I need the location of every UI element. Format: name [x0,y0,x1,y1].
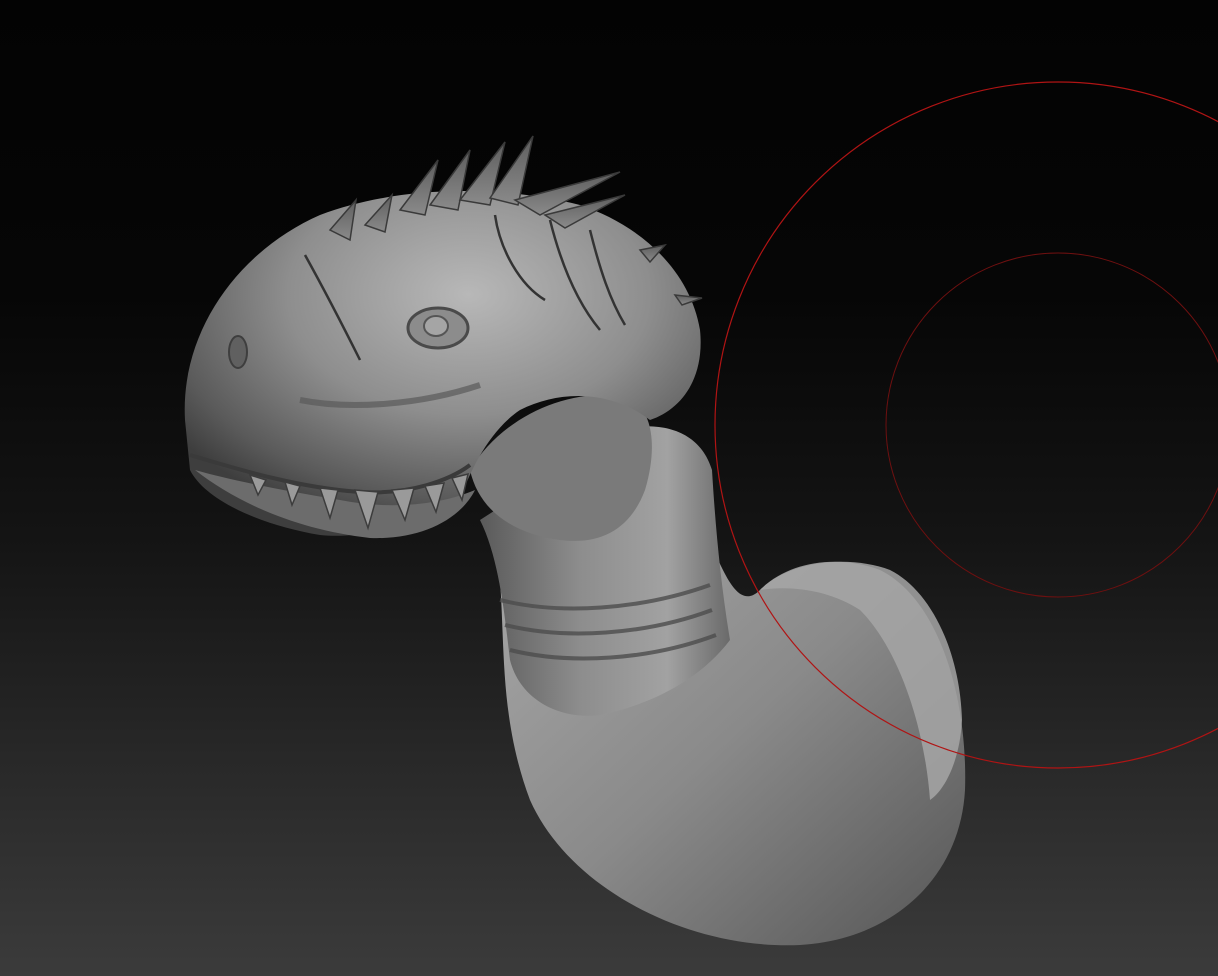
creature-model[interactable] [184,135,966,946]
viewport-canvas[interactable] [0,0,1218,976]
sculpt-viewport[interactable] [0,0,1218,976]
brush-inner-ring [885,252,1218,598]
model-eye [406,306,470,350]
model-nostril [228,335,248,369]
